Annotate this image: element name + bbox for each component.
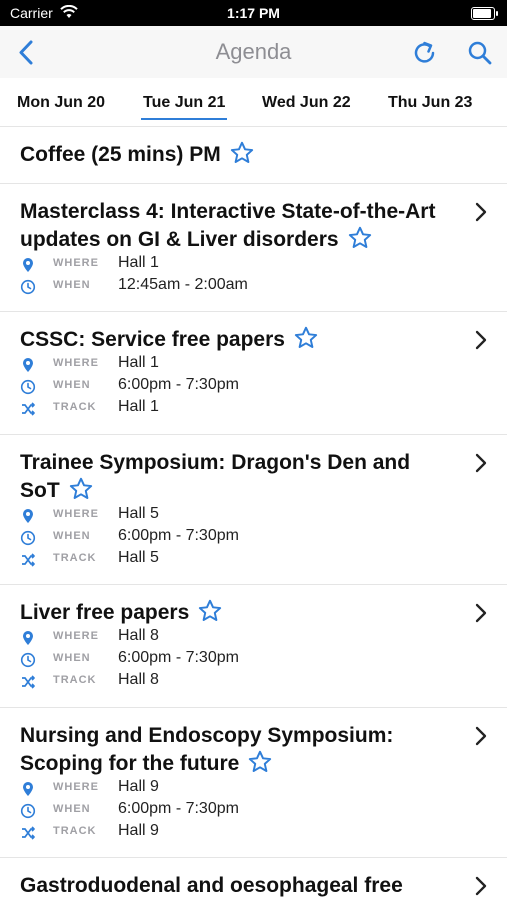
session-title: Masterclass 4: Interactive State-of-the-… — [20, 200, 436, 251]
date-tabs: Mon Jun 20 Tue Jun 21 Wed Jun 22 Thu Jun… — [0, 78, 507, 127]
session-title: Liver free papers — [20, 599, 223, 627]
session-title: Coffee (25 mins) PM — [20, 141, 255, 169]
search-button[interactable] — [465, 38, 495, 68]
clock-icon — [20, 652, 36, 668]
star-icon[interactable] — [347, 225, 373, 251]
clock-icon — [20, 530, 36, 546]
location-pin-icon — [20, 781, 36, 797]
session-title: Nursing and Endoscopy Symposium: Scoping… — [20, 724, 394, 775]
star-icon[interactable] — [197, 598, 223, 624]
session-row[interactable]: Liver free papers WHERE Hall 8 WHEN 6:00… — [0, 585, 507, 708]
shuffle-icon — [20, 401, 36, 417]
status-time: 1:17 PM — [227, 5, 280, 21]
refresh-icon — [410, 41, 440, 72]
star-icon[interactable] — [247, 749, 273, 775]
chevron-right-icon — [474, 726, 488, 746]
tab-thu-jun-23[interactable]: Thu Jun 23 — [388, 94, 472, 112]
session-title: Trainee Symposium: Dragon's Den and SoT — [20, 451, 411, 502]
chevron-right-icon — [474, 603, 488, 623]
session-row[interactable]: CSSC: Service free papers WHERE Hall 1 W… — [0, 312, 507, 435]
nav-bar: Agenda — [0, 26, 507, 78]
session-row[interactable]: Masterclass 4: Interactive State-of-the-… — [0, 184, 507, 312]
shuffle-icon — [20, 825, 36, 841]
tab-mon-jun-20[interactable]: Mon Jun 20 — [17, 94, 105, 112]
star-icon[interactable] — [229, 140, 255, 166]
location-pin-icon — [20, 257, 36, 273]
refresh-button[interactable] — [410, 38, 440, 68]
session-title: CSSC: Service free papers — [20, 326, 319, 354]
chevron-right-icon — [474, 876, 488, 896]
shuffle-icon — [20, 552, 36, 568]
session-row[interactable]: Coffee (25 mins) PM — [0, 127, 507, 184]
chevron-right-icon — [474, 330, 488, 350]
tab-wed-jun-22[interactable]: Wed Jun 22 — [262, 94, 351, 112]
clock-icon — [20, 803, 36, 819]
search-icon — [465, 41, 495, 72]
session-title: Gastroduodenal and oesophageal free — [20, 874, 403, 897]
location-pin-icon — [20, 630, 36, 646]
chevron-right-icon — [474, 453, 488, 473]
location-pin-icon — [20, 357, 36, 373]
tab-tue-jun-21[interactable]: Tue Jun 21 — [140, 94, 228, 120]
clock-icon — [20, 379, 36, 395]
location-pin-icon — [20, 508, 36, 524]
chevron-right-icon — [474, 202, 488, 222]
shuffle-icon — [20, 674, 36, 690]
status-bar: Carrier 1:17 PM — [0, 0, 507, 26]
star-icon[interactable] — [293, 325, 319, 351]
clock-icon — [20, 279, 36, 295]
star-icon[interactable] — [68, 476, 94, 502]
battery-icon — [471, 7, 498, 20]
session-row[interactable]: Trainee Symposium: Dragon's Den and SoT … — [0, 435, 507, 585]
session-row[interactable]: Gastroduodenal and oesophageal free — [0, 858, 507, 900]
session-row[interactable]: Nursing and Endoscopy Symposium: Scoping… — [0, 708, 507, 858]
